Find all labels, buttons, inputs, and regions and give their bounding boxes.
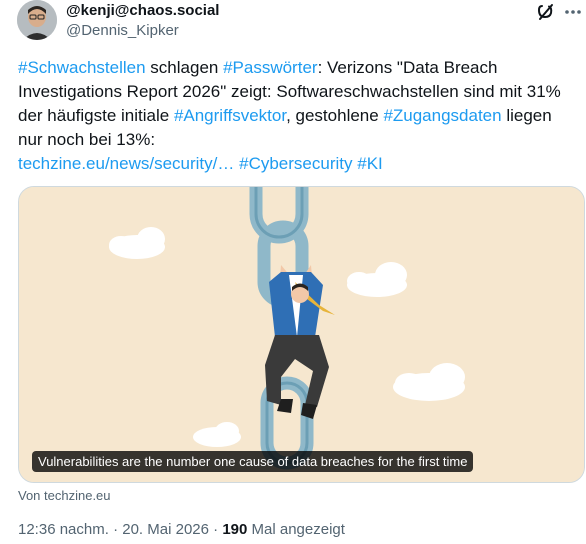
hashtag-zugangsdaten[interactable]: #Zugangsdaten: [383, 106, 501, 125]
link-preview-card[interactable]: Vulnerabilities are the number one cause…: [18, 186, 585, 483]
hashtag-ki[interactable]: #KI: [357, 154, 383, 173]
card-illustration: [19, 187, 584, 482]
hashtag-angriffsvektor[interactable]: #Angriffsvektor: [174, 106, 286, 125]
view-count: 190: [222, 521, 248, 538]
card-source[interactable]: Von techzine.eu: [18, 488, 111, 503]
mastodon-icon: [537, 4, 553, 20]
post-text-segment: , gestohlene: [286, 106, 384, 125]
post-date[interactable]: 20. Mai 2026: [122, 521, 209, 538]
avatar[interactable]: [17, 0, 57, 40]
hashtag-schwachstellen[interactable]: #Schwachstellen: [18, 58, 146, 77]
view-label: Mal angezeigt: [251, 521, 345, 538]
hashtag-passwörter[interactable]: #Passwörter: [223, 58, 317, 77]
post-text-segment: schlagen: [145, 58, 224, 77]
article-link[interactable]: techzine.eu/news/security/…: [18, 154, 234, 173]
post-text: #Schwachstellen schlagen #Passwörter: Ve…: [18, 56, 578, 176]
post-text-body: #Schwachstellen schlagen #Passwörter: Ve…: [18, 58, 561, 149]
post-time[interactable]: 12:36 nachm.: [18, 521, 109, 538]
post-meta: 12:36 nachm. · 20. Mai 2026 · 190 Mal an…: [18, 521, 345, 538]
author-subhandle[interactable]: @Dennis_Kipker: [66, 22, 179, 39]
card-caption: Vulnerabilities are the number one cause…: [32, 451, 474, 472]
avatar-image: [17, 0, 57, 40]
more-menu-icon[interactable]: [563, 4, 583, 20]
author-handle[interactable]: @kenji@chaos.social: [66, 2, 219, 19]
hashtag-cybersecurity[interactable]: #Cybersecurity: [239, 154, 352, 173]
